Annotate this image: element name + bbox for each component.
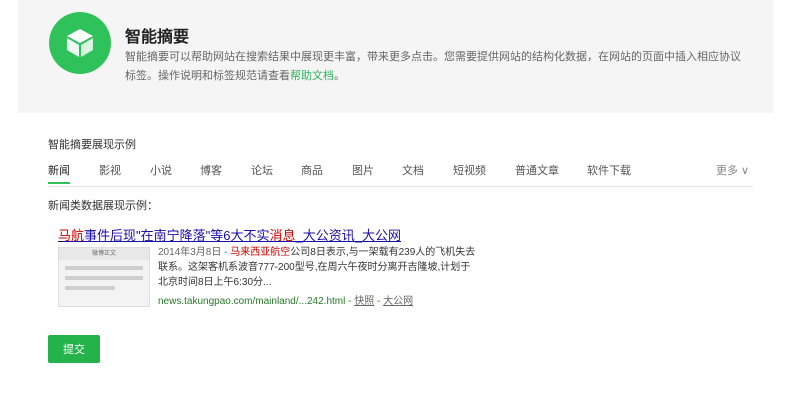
tab-novel[interactable]: 小说 xyxy=(150,162,172,178)
snapshot-link[interactable]: 快照 xyxy=(354,296,374,307)
source-link[interactable]: 大公网 xyxy=(383,296,413,307)
news-result-preview: 马航事件后现"在南宁降落"等6大不实消息_大公资讯_大公网 微博正文 2014年… xyxy=(58,225,478,307)
tab-news[interactable]: 新闻 xyxy=(48,162,70,178)
tab-film[interactable]: 影视 xyxy=(99,162,121,178)
result-snippet: 2014年3月8日 - 马来西亚航空公司8日表示,与一架载有239人的飞机失去联… xyxy=(158,245,478,290)
result-title-part3: 在南宁降落"等6大不实 xyxy=(140,228,270,243)
main-content: 智能摘要展现示例 新闻 影视 小说 博客 论坛 商品 图片 文档 短视频 普通文… xyxy=(18,113,773,402)
result-airline: 马来西亚航空 xyxy=(230,247,291,258)
tab-document[interactable]: 文档 xyxy=(402,162,424,178)
result-title-part2: 事件后现" xyxy=(84,228,141,243)
tab-forum[interactable]: 论坛 xyxy=(251,162,273,178)
result-title-part5: _大公资讯_大公网 xyxy=(295,228,401,243)
cube-icon xyxy=(49,12,111,74)
active-tab-indicator xyxy=(48,182,70,184)
tab-software[interactable]: 软件下载 xyxy=(587,162,631,178)
url-separator: - xyxy=(345,296,355,307)
result-title-part1: 马航 xyxy=(58,228,85,243)
thumbnail-header: 微博正文 xyxy=(59,248,149,260)
url-separator: - xyxy=(374,296,384,307)
tabs-divider xyxy=(48,186,753,187)
category-tabs: 新闻 影视 小说 博客 论坛 商品 图片 文档 短视频 普通文章 软件下载 更多… xyxy=(48,160,749,184)
submit-button[interactable]: 提交 xyxy=(48,335,100,363)
cube-icon-svg xyxy=(67,29,93,57)
result-thumbnail: 微博正文 xyxy=(58,247,150,307)
result-url: news.takungpao.com/mainland/...242.html xyxy=(158,296,346,307)
page: 智能摘要 智能摘要可以帮助网站在搜索结果中展现更丰富，带来更多点击。您需要提供网… xyxy=(0,0,799,402)
section-title: 智能摘要展现示例 xyxy=(48,139,136,151)
header-banner: 智能摘要 智能摘要可以帮助网站在搜索结果中展现更丰富，带来更多点击。您需要提供网… xyxy=(18,0,773,113)
description-text: 智能摘要可以帮助网站在搜索结果中展现更丰富，带来更多点击。您需要提供网站的结构化… xyxy=(125,51,741,82)
help-doc-link[interactable]: 帮助文档 xyxy=(290,70,334,82)
result-date: 2014年3月8日 - xyxy=(158,247,228,258)
tab-short-video[interactable]: 短视频 xyxy=(453,162,486,178)
thumbnail-text-line xyxy=(65,276,143,280)
more-tabs-dropdown[interactable]: 更多 ∨ xyxy=(716,162,749,178)
tab-blog[interactable]: 博客 xyxy=(200,162,222,178)
right-gutter xyxy=(773,0,799,402)
example-label: 新闻类数据展现示例： xyxy=(48,200,158,212)
left-gutter xyxy=(0,0,18,402)
thumbnail-text-line xyxy=(65,286,115,290)
thumbnail-text-line xyxy=(65,266,143,270)
tab-image[interactable]: 图片 xyxy=(352,162,374,178)
result-title-link[interactable]: 马航事件后现"在南宁降落"等6大不实消息_大公资讯_大公网 xyxy=(58,225,401,244)
page-title: 智能摘要 xyxy=(125,29,190,46)
tab-article[interactable]: 普通文章 xyxy=(515,162,559,178)
tab-product[interactable]: 商品 xyxy=(301,162,323,178)
description-end: 。 xyxy=(334,70,345,82)
result-url-line: news.takungpao.com/mainland/...242.html … xyxy=(158,292,413,307)
page-description: 智能摘要可以帮助网站在搜索结果中展现更丰富，带来更多点击。您需要提供网站的结构化… xyxy=(125,48,745,86)
result-title-part4: 消息 xyxy=(269,228,296,243)
